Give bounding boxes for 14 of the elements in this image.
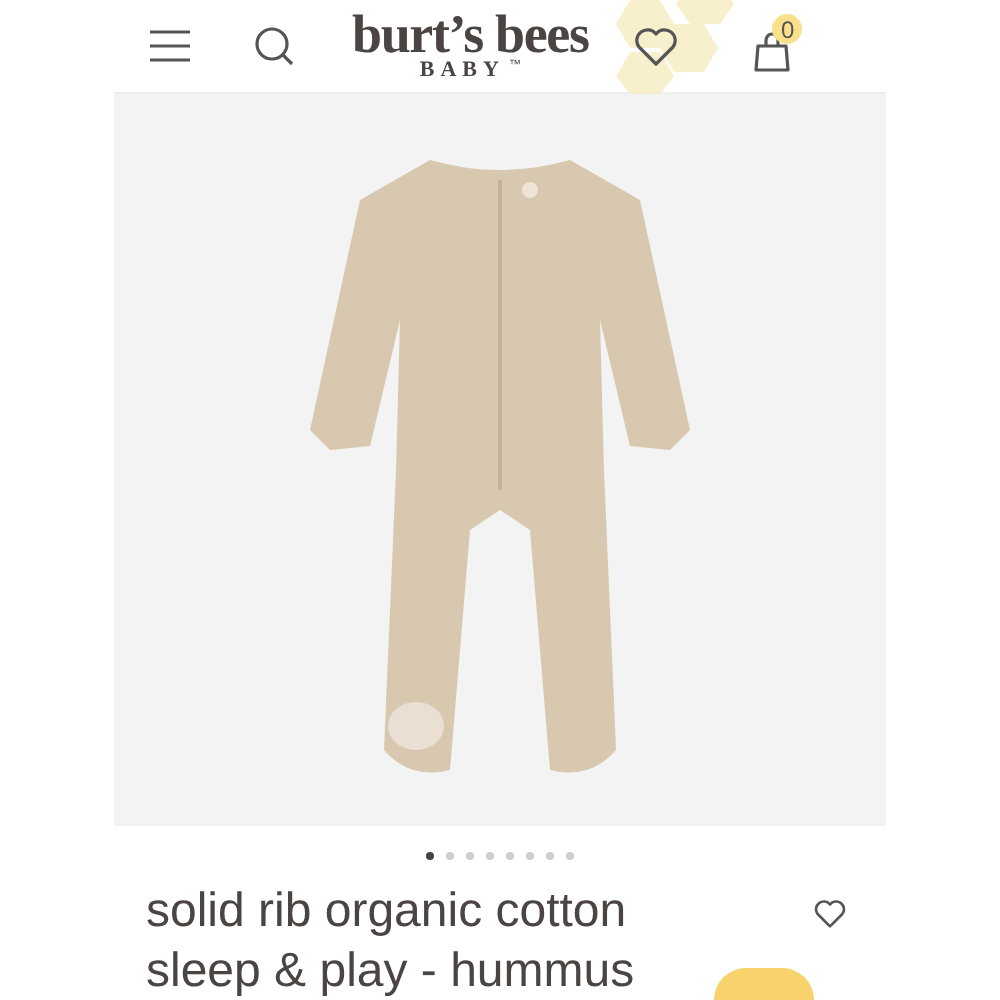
logo-subtext: BABY	[419, 60, 505, 82]
menu-icon	[148, 30, 192, 62]
menu-button[interactable]	[148, 28, 192, 64]
search-button[interactable]	[252, 24, 296, 68]
favorite-button[interactable]	[812, 898, 848, 930]
search-icon	[254, 26, 294, 66]
logo-text: burt’s bees	[352, 10, 589, 58]
heart-icon	[634, 27, 679, 65]
heart-icon	[814, 900, 846, 928]
chat-bubble-button[interactable]	[714, 968, 814, 1000]
wishlist-button[interactable]	[632, 24, 681, 68]
cart-button[interactable]: 0	[748, 20, 797, 72]
product-title: solid rib organic cotton sleep & play - hummus	[146, 882, 637, 1000]
cart-count: 0	[772, 14, 803, 44]
